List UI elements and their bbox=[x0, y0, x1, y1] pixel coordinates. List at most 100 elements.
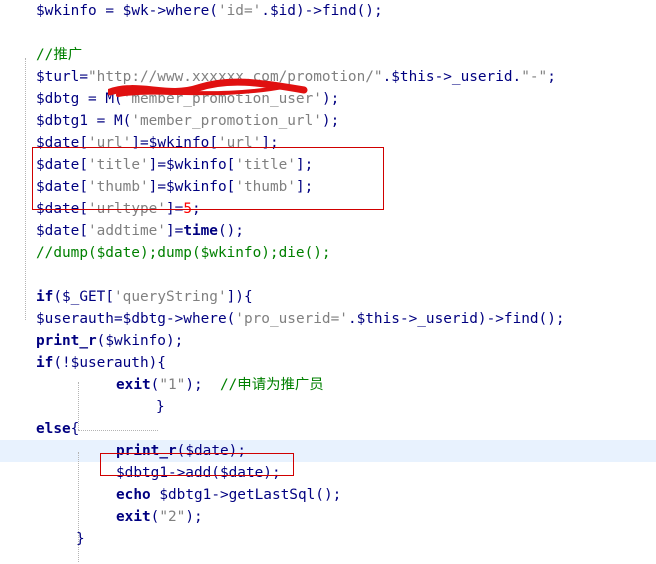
code-line[interactable]: $userauth=$dbtg->where('pro_userid='.$th… bbox=[0, 308, 656, 330]
code-line-text: exit("1"); //申请为推广员 bbox=[116, 374, 324, 396]
code-token: (! bbox=[53, 355, 71, 371]
code-token: 'member_promotion_url' bbox=[131, 113, 322, 129]
fold-guide bbox=[78, 452, 79, 562]
code-token: ->where( bbox=[148, 3, 218, 19]
code-line[interactable]: $date['addtime']=time(); bbox=[0, 220, 656, 242]
code-token: )->find(); bbox=[295, 3, 383, 19]
code-line[interactable]: //dump($date);dump($wkinfo);die(); bbox=[0, 242, 656, 264]
code-line-text: if(!$userauth){ bbox=[36, 352, 166, 374]
code-token: //申请为推广员 bbox=[219, 377, 324, 393]
code-token: //推广 bbox=[36, 47, 83, 63]
code-token: ]){ bbox=[226, 289, 253, 305]
code-token: "1" bbox=[159, 377, 186, 393]
code-token: "-" bbox=[521, 69, 548, 85]
code-line[interactable]: if(!$userauth){ bbox=[0, 352, 656, 374]
code-line[interactable]: print_r($wkinfo); bbox=[0, 330, 656, 352]
code-token: = M( bbox=[87, 113, 132, 129]
code-token: ); bbox=[185, 377, 220, 393]
code-token: $id bbox=[269, 3, 296, 19]
code-line[interactable]: $dbtg = M('member_promotion_user'); bbox=[0, 88, 656, 110]
code-token: ; bbox=[547, 69, 556, 85]
code-token: ->_userid. bbox=[434, 69, 522, 85]
code-token: ); bbox=[321, 91, 340, 107]
code-line[interactable] bbox=[0, 264, 656, 286]
code-token: [ bbox=[105, 289, 114, 305]
code-token: 'addtime' bbox=[88, 223, 166, 239]
code-token: ( bbox=[53, 289, 62, 305]
code-token: . bbox=[347, 311, 357, 327]
code-line[interactable]: echo $dbtg1->getLastSql(); bbox=[0, 484, 656, 506]
code-token: ]= bbox=[165, 223, 184, 239]
code-token: = bbox=[79, 69, 88, 85]
code-token: $userauth bbox=[36, 311, 114, 327]
code-token: $date bbox=[36, 223, 80, 239]
code-line-text: $date['addtime']=time(); bbox=[36, 220, 244, 242]
code-token: $this bbox=[391, 69, 435, 85]
code-line[interactable] bbox=[0, 22, 656, 44]
code-token: $turl bbox=[36, 69, 80, 85]
code-token: ->where( bbox=[165, 311, 236, 327]
highlight-box-print-date bbox=[100, 453, 294, 476]
code-line[interactable]: $turl="http://www.xxxxxx.com/promotion/"… bbox=[0, 66, 656, 88]
code-line-text: $wkinfo = $wk->where('id='.$id)->find(); bbox=[36, 0, 383, 22]
code-line[interactable]: exit("2"); bbox=[0, 506, 656, 528]
code-token: $userauth bbox=[70, 355, 149, 371]
code-token: exit bbox=[116, 377, 151, 393]
code-line-text: if($_GET['queryString']){ bbox=[36, 286, 253, 308]
code-token: if bbox=[36, 355, 54, 371]
code-token: $dbtg bbox=[122, 311, 166, 327]
highlight-box-date-assignments bbox=[32, 147, 384, 210]
code-token: $dbtg bbox=[36, 91, 80, 107]
code-token: echo bbox=[116, 487, 151, 503]
code-line-text: //推广 bbox=[36, 44, 82, 66]
code-token: $wkinfo bbox=[36, 3, 97, 19]
fold-guide bbox=[25, 58, 26, 320]
code-token: if bbox=[36, 289, 54, 305]
fold-guide bbox=[78, 430, 158, 431]
code-line[interactable]: $wkinfo = $wk->where('id='.$id)->find(); bbox=[0, 0, 656, 22]
code-line-text: } bbox=[156, 396, 165, 418]
code-token: = bbox=[113, 311, 123, 327]
code-token: [ bbox=[79, 223, 88, 239]
code-line-text: echo $dbtg1->getLastSql(); bbox=[116, 484, 341, 506]
code-token: print_r bbox=[36, 333, 97, 349]
code-line[interactable]: exit("1"); //申请为推广员 bbox=[0, 374, 656, 396]
code-token: exit bbox=[116, 509, 151, 525]
code-token: ); bbox=[321, 113, 340, 129]
code-line[interactable]: else{ bbox=[0, 418, 656, 440]
code-token: //dump($date);dump($wkinfo);die(); bbox=[36, 245, 331, 261]
code-line[interactable]: print_r($date); bbox=[0, 440, 656, 462]
code-token: . bbox=[382, 69, 392, 85]
code-token: 'pro_userid=' bbox=[235, 311, 348, 327]
code-token: } bbox=[156, 399, 165, 415]
code-token: else bbox=[36, 421, 71, 437]
code-line[interactable]: //推广 bbox=[0, 44, 656, 66]
code-line[interactable]: if($_GET['queryString']){ bbox=[0, 286, 656, 308]
code-line[interactable]: $dbtg1->add($date); bbox=[0, 462, 656, 484]
code-token: ); bbox=[185, 509, 203, 525]
code-token: (); bbox=[217, 223, 244, 239]
code-token: ){ bbox=[148, 355, 166, 371]
code-token: $wk bbox=[122, 3, 149, 19]
code-line-text: else{ bbox=[36, 418, 79, 440]
code-token: . bbox=[261, 3, 270, 19]
code-token: $dbtg1 bbox=[36, 113, 88, 129]
code-token: $this bbox=[356, 311, 400, 327]
code-token: = bbox=[96, 3, 123, 19]
code-token: 'id=' bbox=[217, 3, 262, 19]
code-editor[interactable]: $wkinfo = $wk->where('id='.$id)->find();… bbox=[0, 0, 656, 564]
code-line-text: $dbtg1 = M('member_promotion_url'); bbox=[36, 110, 339, 132]
code-token: 'queryString' bbox=[114, 289, 227, 305]
code-token: time bbox=[183, 223, 218, 239]
code-line[interactable]: $dbtg1 = M('member_promotion_url'); bbox=[0, 110, 656, 132]
redaction-scribble bbox=[108, 78, 308, 97]
code-line-text: //dump($date);dump($wkinfo);die(); bbox=[36, 242, 331, 264]
code-token: ); bbox=[165, 333, 184, 349]
code-token: "2" bbox=[159, 509, 186, 525]
code-line[interactable]: } bbox=[0, 528, 656, 550]
code-line[interactable]: } bbox=[0, 396, 656, 418]
code-token: $_GET bbox=[62, 289, 106, 305]
code-token: $wkinfo bbox=[105, 333, 166, 349]
code-token: ->getLastSql(); bbox=[211, 487, 342, 503]
code-token: ->_userid)->find(); bbox=[399, 311, 565, 327]
